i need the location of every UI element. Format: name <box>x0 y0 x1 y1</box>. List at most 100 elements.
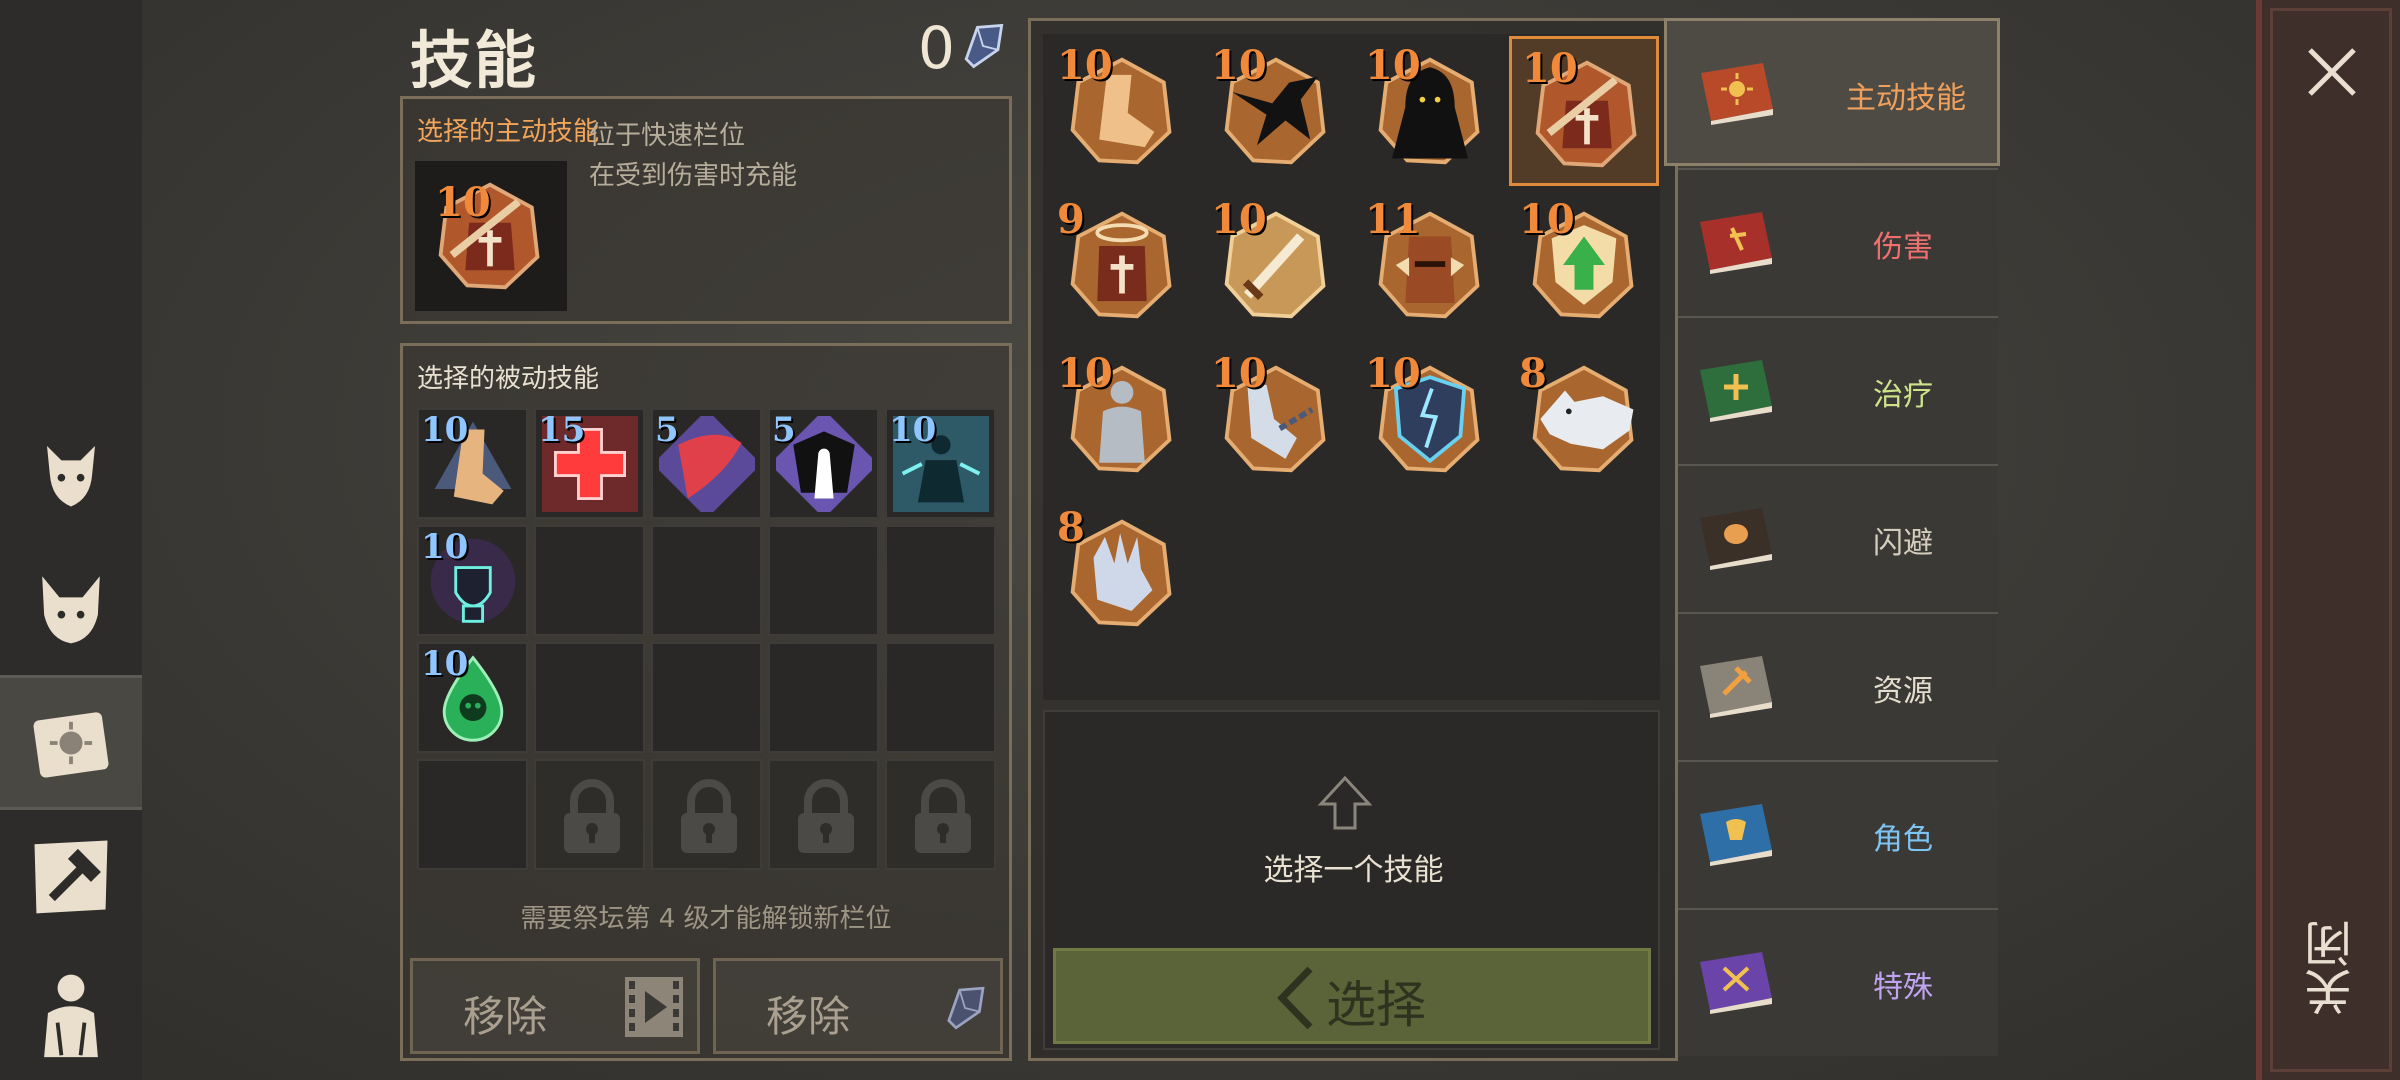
remove-video-label: 移除 <box>463 992 548 1041</box>
passive-slot-level: 10 <box>421 527 469 567</box>
passive-slot-level: 10 <box>889 410 937 450</box>
skill-level: 8 <box>1057 504 1085 551</box>
passive-slot-empty[interactable] <box>885 642 996 753</box>
tab-label: 闪避 <box>1873 526 1933 561</box>
passive-slot-level: 5 <box>772 410 796 450</box>
locked-slot <box>885 759 996 870</box>
passive-slot-empty[interactable] <box>651 642 762 753</box>
skill-level: 9 <box>1057 196 1085 243</box>
tab-healing[interactable]: 治疗 <box>1678 316 1998 464</box>
crafting-tab[interactable] <box>0 815 142 935</box>
padlock-icon <box>564 779 620 853</box>
hammer-map-icon <box>34 840 108 914</box>
skill-tile[interactable]: 10 <box>1355 36 1505 186</box>
passive-slot[interactable]: 5 <box>651 408 762 519</box>
passive-slot-empty[interactable] <box>417 759 528 870</box>
tab-active-skills[interactable]: 主动技能 <box>1664 18 2000 166</box>
passive-slot[interactable]: 5 <box>768 408 879 519</box>
passive-slot[interactable]: 15 <box>534 408 645 519</box>
passive-slot-empty[interactable] <box>534 642 645 753</box>
dodge-book-icon <box>1700 508 1772 570</box>
close-panel[interactable]: 关闭 <box>2256 0 2400 1080</box>
chevron-left-icon <box>1277 966 1313 1030</box>
padlock-icon <box>915 779 971 853</box>
tab-label: 角色 <box>1873 822 1933 857</box>
skill-tile[interactable]: 10 <box>1201 344 1351 494</box>
skill-level: 10 <box>1057 42 1113 89</box>
passive-slot[interactable]: 10 <box>417 525 528 636</box>
active-skills-book-icon <box>1701 63 1773 125</box>
skill-book-icon <box>33 711 109 778</box>
wolf-head-icon <box>42 576 100 644</box>
skill-tile[interactable]: 10 <box>1355 344 1505 494</box>
tab-damage[interactable]: 伤害 <box>1678 168 1998 316</box>
wolf-companion-tab[interactable] <box>0 545 142 665</box>
select-label: 选择 <box>1326 976 1426 1034</box>
close-panel-border <box>2270 8 2392 1072</box>
special-book-icon <box>1700 952 1772 1014</box>
skill-tile[interactable]: 10 <box>1201 190 1351 340</box>
active-skill-slot[interactable]: 10 <box>415 161 567 311</box>
skill-tile[interactable]: 8 <box>1047 498 1197 648</box>
cat-companion-tab[interactable] <box>0 410 142 530</box>
tab-label: 特殊 <box>1873 970 1933 1005</box>
damage-book-icon <box>1700 212 1772 274</box>
skill-tile[interactable]: 9 <box>1047 190 1197 340</box>
healing-book-icon <box>1700 360 1772 422</box>
skill-tile[interactable]: 8 <box>1509 344 1659 494</box>
skill-tile[interactable]: 10 <box>1047 36 1197 186</box>
passive-slot-empty[interactable] <box>768 525 879 636</box>
skill-tile[interactable]: 10 <box>1047 344 1197 494</box>
tab-resources[interactable]: 资源 <box>1678 612 1998 760</box>
skill-level: 10 <box>1211 42 1267 89</box>
remove-video-button[interactable]: 移除 <box>410 958 700 1054</box>
up-arrow-icon <box>1317 775 1373 830</box>
passive-slot[interactable]: 10 <box>885 408 996 519</box>
skill-level: 10 <box>1211 196 1267 243</box>
active-skill-desc-2: 在受到伤害时充能 <box>589 161 798 191</box>
active-skill-panel: 选择的主动技能 10 位于快速栏位 在受到伤害时充能 <box>400 96 1012 324</box>
skill-tile[interactable]: 11 <box>1355 190 1505 340</box>
remove-crystal-button[interactable]: 移除 <box>713 958 1003 1054</box>
tab-character[interactable]: 角色 <box>1678 760 1998 908</box>
tab-label: 伤害 <box>1873 230 1933 265</box>
active-skill-title: 选择的主动技能 <box>417 117 600 147</box>
passive-slot-empty[interactable] <box>651 525 762 636</box>
skill-level: 10 <box>1211 350 1267 397</box>
category-tabs: 伤害 治疗 闪避 资源 角色 特殊 主动技能 <box>1664 18 2000 1061</box>
character-book-icon <box>1700 804 1772 866</box>
skill-tile[interactable]: 10 <box>1201 36 1351 186</box>
padlock-icon <box>681 779 737 853</box>
page-title: 技能 <box>410 24 539 97</box>
skill-level: 10 <box>1365 350 1421 397</box>
passive-skill-panel: 选择的被动技能 10 15 5 5 10 10 10 需要祭坛第 4 级才能解锁… <box>400 343 1012 1061</box>
select-button[interactable]: 选择 <box>1053 948 1651 1044</box>
passive-slot-level: 10 <box>421 410 469 450</box>
passive-slot[interactable]: 10 <box>417 642 528 753</box>
skills-book-tab[interactable] <box>0 675 142 810</box>
close-label[interactable]: 关闭 <box>2298 920 2368 1016</box>
passive-slot-empty[interactable] <box>768 642 879 753</box>
passive-slot-empty[interactable] <box>885 525 996 636</box>
choose-skill-prompt: 选择一个技能 <box>1263 853 1444 888</box>
passive-slot[interactable]: 10 <box>417 408 528 519</box>
skill-tile-selected[interactable]: 10 <box>1509 36 1659 186</box>
character-tab[interactable] <box>0 945 142 1080</box>
padlock-icon <box>798 779 854 853</box>
passive-skill-title: 选择的被动技能 <box>417 364 600 394</box>
tab-label: 资源 <box>1873 674 1933 709</box>
tab-dodge[interactable]: 闪避 <box>1678 464 1998 612</box>
close-icon[interactable] <box>2304 44 2360 100</box>
cat-head-icon <box>47 446 95 507</box>
passive-slot-empty[interactable] <box>534 525 645 636</box>
survivor-figure-icon <box>44 974 98 1057</box>
skill-grid: 10 10 10 10 9 10 11 10 10 10 10 8 8 <box>1043 34 1660 700</box>
tab-special[interactable]: 特殊 <box>1678 908 1998 1056</box>
resources-book-icon <box>1700 656 1772 718</box>
locked-slot <box>534 759 645 870</box>
passive-slot-level: 5 <box>655 410 679 450</box>
passive-slot-level: 15 <box>538 410 586 450</box>
crystal-count: 0 <box>918 14 955 82</box>
skill-tile[interactable]: 10 <box>1509 190 1659 340</box>
skill-level: 8 <box>1519 350 1547 397</box>
